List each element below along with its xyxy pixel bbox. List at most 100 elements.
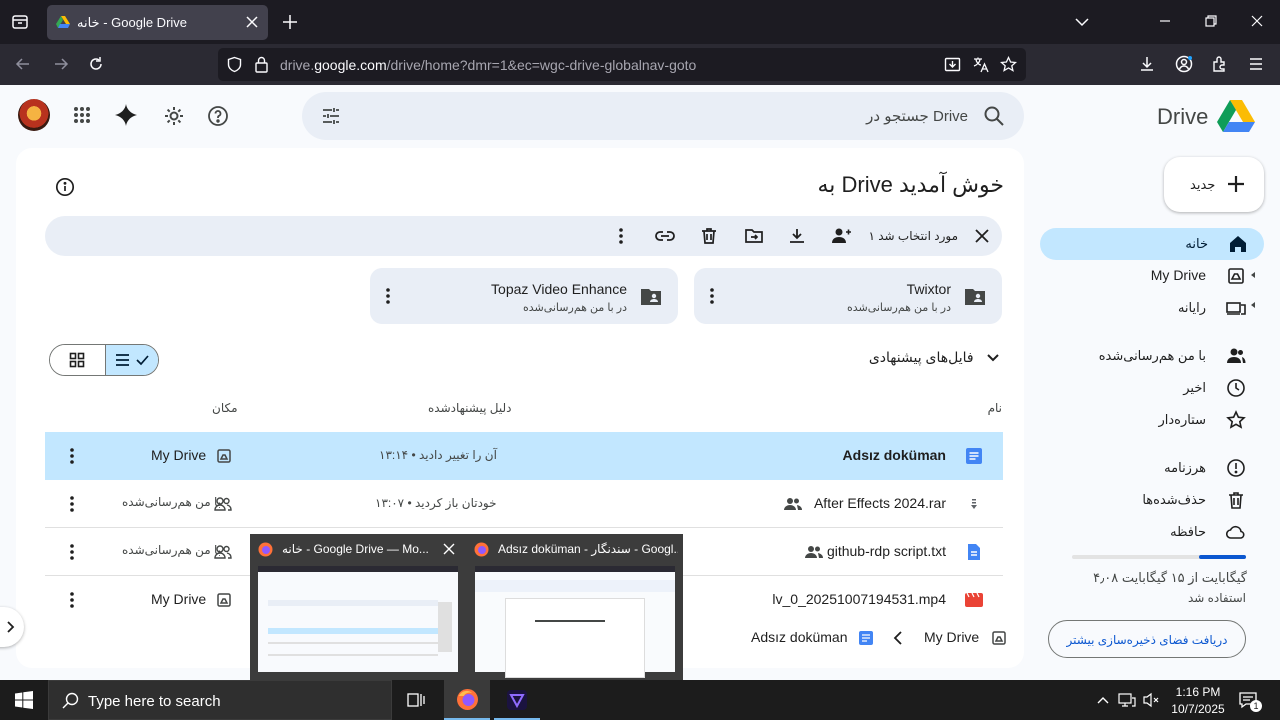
extensions-icon[interactable]	[1211, 55, 1231, 75]
column-header-reason[interactable]: دلیل پیشنهادشده	[428, 401, 512, 415]
suggested-files-header[interactable]: فایل‌های پیشنهادی	[869, 349, 1000, 369]
file-name: After Effects 2024.rar	[813, 495, 946, 511]
copy-link-icon[interactable]	[655, 226, 675, 246]
selection-count: ۱ مورد انتخاب شد	[868, 229, 958, 243]
windows-start-icon[interactable]	[15, 691, 33, 709]
close-window-icon[interactable]	[1249, 13, 1269, 33]
bookmark-star-icon[interactable]	[1000, 56, 1017, 73]
folder-more-icon[interactable]	[381, 286, 395, 306]
search-icon	[62, 692, 79, 709]
taskbar-firefox-button[interactable]	[444, 680, 490, 720]
chevron-down-icon	[986, 351, 1000, 365]
network-icon[interactable]	[1118, 692, 1136, 708]
drive-icon	[991, 630, 1007, 646]
shield-icon[interactable]	[226, 56, 243, 73]
filter-tune-icon[interactable]	[321, 106, 341, 126]
translate-icon[interactable]	[972, 56, 989, 73]
active-tab[interactable]: خانه - Google Drive	[47, 5, 268, 40]
share-icon[interactable]	[831, 226, 851, 246]
file-location: My Drive	[151, 447, 207, 463]
list-view-button[interactable]	[105, 345, 158, 375]
docs-icon	[858, 630, 874, 646]
row-more-icon[interactable]	[64, 494, 80, 514]
more-actions-icon[interactable]	[613, 226, 629, 246]
folder-card[interactable]: Twixtor در با من هم‌رسانی‌شده	[694, 268, 1002, 324]
gemini-sparkle-icon[interactable]	[115, 104, 137, 126]
back-icon[interactable]	[14, 55, 34, 75]
clear-selection-icon[interactable]	[974, 228, 990, 244]
taskbar-vpn-button[interactable]	[494, 680, 540, 720]
firefox-icon	[474, 542, 489, 557]
breadcrumb-current[interactable]: Adsız doküman	[751, 629, 848, 645]
move-to-folder-icon[interactable]	[744, 226, 764, 246]
list-view-check-icon	[114, 352, 152, 368]
install-app-icon[interactable]	[944, 56, 961, 73]
grid-view-button[interactable]	[50, 345, 105, 375]
location-drive-icon	[216, 592, 232, 608]
get-more-storage-button[interactable]: دریافت فضای ذخیره‌سازی بیشتر	[1048, 620, 1246, 658]
search-icon[interactable]	[983, 105, 1005, 127]
forward-icon[interactable]	[52, 55, 72, 75]
close-tab-icon[interactable]	[245, 15, 259, 29]
url-text[interactable]: drive.google.com/drive/home?dmr=1&ec=wgc…	[280, 57, 696, 73]
search-bar[interactable]: جستجو در Drive	[302, 92, 1024, 140]
clock[interactable]: 1:16 PM 10/7/2025	[1166, 683, 1230, 719]
selection-toolbar: ۱ مورد انتخاب شد	[45, 216, 1002, 256]
row-more-icon[interactable]	[64, 590, 80, 610]
sidebar-item-home[interactable]: خانه	[1040, 228, 1264, 260]
delete-icon[interactable]	[699, 226, 719, 246]
table-row[interactable]: Adsız doküman آن را تغییر دادید • ۱۳:۱۴ …	[45, 432, 1003, 480]
windows-taskbar: Type here to search 1:16 PM 10/7/2025 1	[0, 680, 1280, 720]
menu-icon[interactable]	[1247, 55, 1267, 75]
column-header-location[interactable]: مکان	[212, 401, 238, 415]
close-thumbnail-icon[interactable]	[442, 542, 456, 556]
new-tab-icon[interactable]	[281, 13, 301, 33]
thumbnail-docs[interactable]: Adsız doküman - سندنگار - Googl...	[466, 534, 683, 680]
sidebar-item-shared[interactable]: با من هم‌رسانی‌شده	[1038, 340, 1262, 372]
row-more-icon[interactable]	[64, 542, 80, 562]
notification-center-icon[interactable]: 1	[1238, 690, 1262, 712]
taskbar-search[interactable]: Type here to search	[48, 680, 392, 720]
sidebar-item-trash[interactable]: حذف‌شده‌ها	[1038, 484, 1262, 516]
sidebar-item-storage[interactable]: حافظه	[1038, 516, 1262, 548]
help-icon[interactable]	[207, 105, 229, 127]
avatar[interactable]	[18, 99, 50, 131]
taskbar-search-input[interactable]: Type here to search	[88, 693, 221, 710]
sidebar-item-recent[interactable]: اخیر	[1038, 372, 1262, 404]
chevron-down-icon[interactable]	[1073, 13, 1093, 33]
downloads-icon[interactable]	[1138, 55, 1158, 75]
info-icon[interactable]	[55, 177, 75, 197]
search-input[interactable]: جستجو در Drive	[866, 107, 968, 125]
thumbnail-drive[interactable]: خانه - Google Drive — Mo...	[250, 534, 466, 680]
clock-icon	[1226, 378, 1246, 398]
url-bar[interactable]: drive.google.com/drive/home?dmr=1&ec=wgc…	[218, 48, 1026, 81]
apps-grid-icon[interactable]	[72, 105, 92, 125]
folder-more-icon[interactable]	[705, 286, 719, 306]
restore-icon[interactable]	[1203, 13, 1223, 33]
task-view-icon[interactable]	[406, 691, 426, 709]
minimize-icon[interactable]	[1157, 13, 1177, 33]
account-icon[interactable]	[1175, 55, 1195, 75]
settings-gear-icon[interactable]	[163, 105, 185, 127]
people-icon	[1226, 346, 1246, 366]
sidebar-item-starred[interactable]: ستاره‌دار	[1038, 404, 1262, 436]
row-more-icon[interactable]	[64, 446, 80, 466]
sidebar-item-my-drive[interactable]: My Drive	[1038, 260, 1262, 292]
reload-icon[interactable]	[87, 55, 107, 75]
volume-muted-icon[interactable]	[1142, 692, 1160, 708]
drive-icon	[1226, 266, 1246, 286]
table-row[interactable]: After Effects 2024.rar خودتان باز کردید …	[45, 480, 1003, 528]
storage-text: ۴٫۰۸ گیگابایت از ۱۵ گیگابایت	[1093, 570, 1247, 585]
new-button[interactable]: جدید	[1164, 157, 1264, 212]
tab-list-icon[interactable]	[10, 12, 30, 32]
column-header-name[interactable]: نام	[988, 401, 1002, 415]
chevron-up-icon[interactable]	[1096, 694, 1110, 706]
breadcrumb-parent[interactable]: My Drive	[924, 629, 979, 645]
folder-card[interactable]: Topaz Video Enhance در با من هم‌رسانی‌شد…	[370, 268, 678, 324]
drive-logo[interactable]: Drive	[1157, 97, 1261, 135]
sidebar-expand-arrows	[1250, 270, 1256, 310]
sidebar-item-spam[interactable]: هرزنامه	[1038, 452, 1262, 484]
sidebar-item-computers[interactable]: رایانه	[1038, 292, 1262, 324]
lock-icon[interactable]	[254, 56, 269, 73]
download-icon[interactable]	[787, 226, 807, 246]
